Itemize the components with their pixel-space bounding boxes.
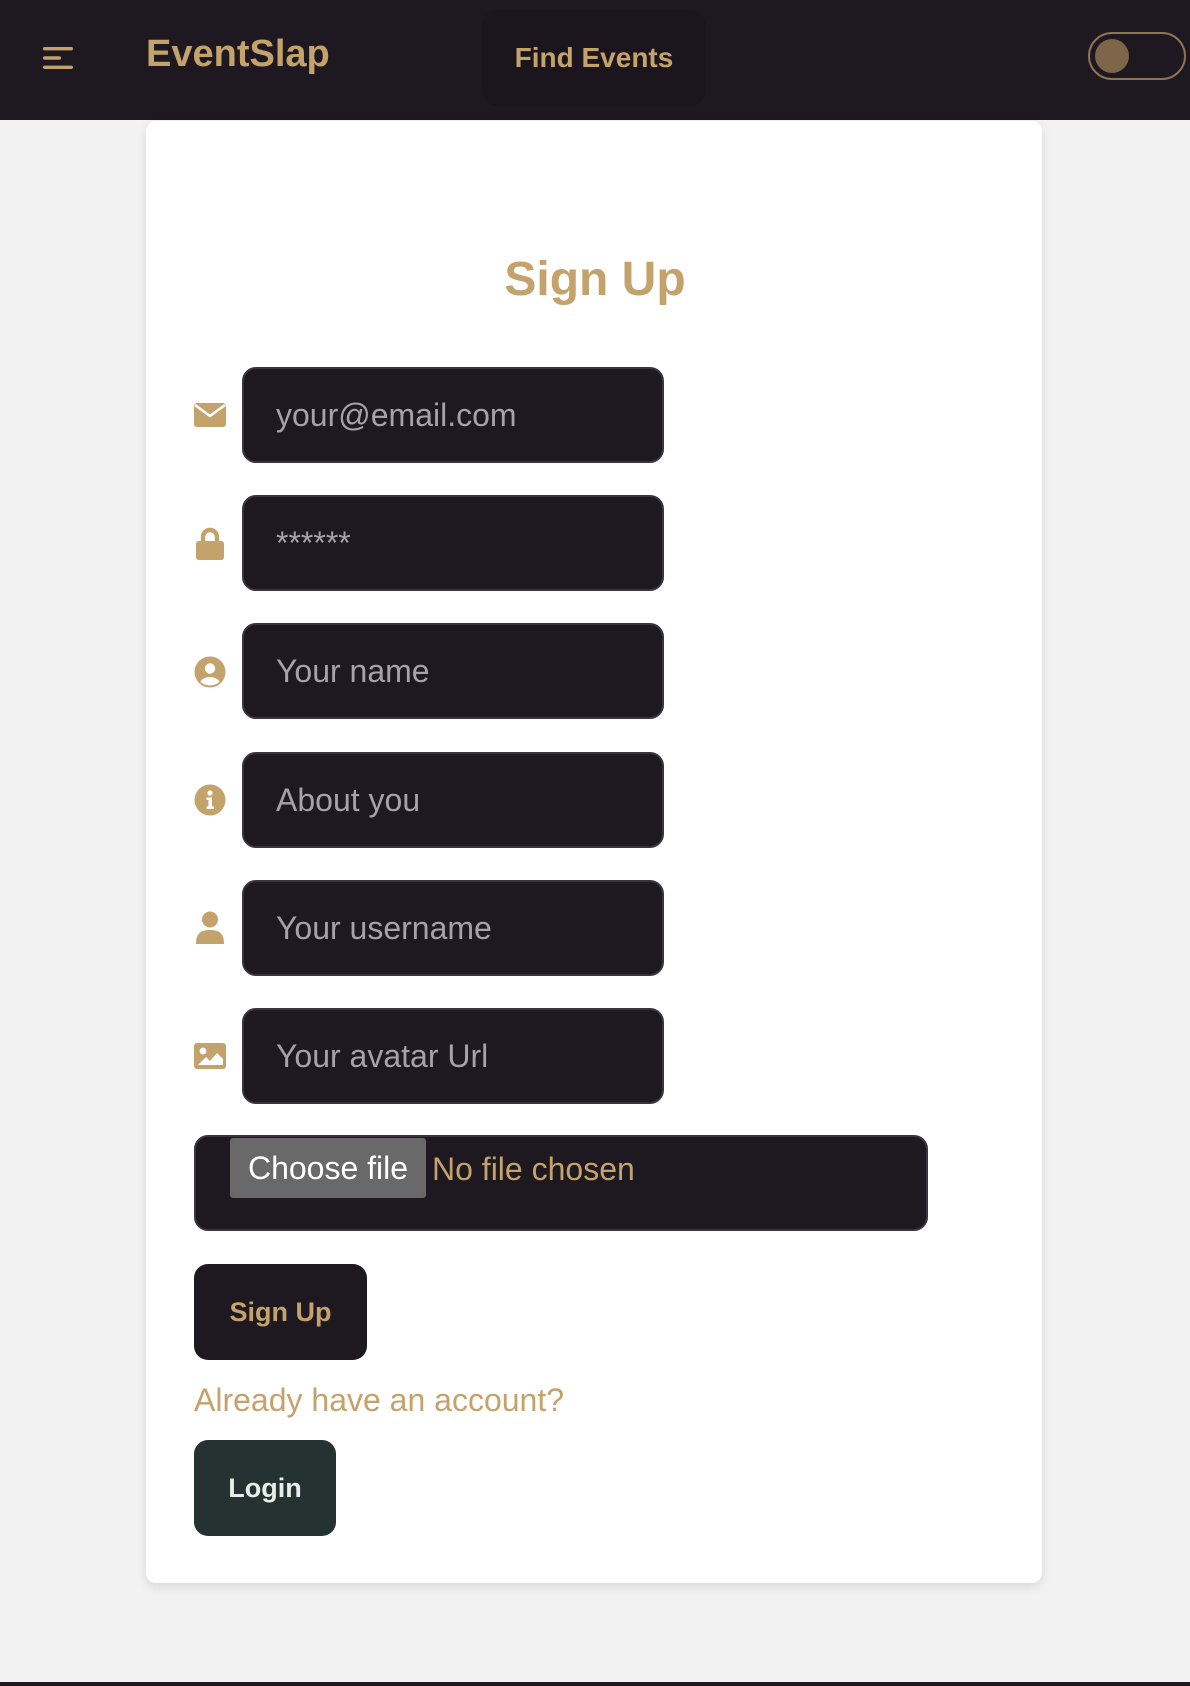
toggle-knob: [1095, 39, 1129, 73]
file-status-text: No file chosen: [432, 1151, 635, 1187]
user-circle-icon: [192, 654, 228, 690]
username-field[interactable]: [242, 880, 664, 976]
already-have-account-link[interactable]: Already have an account?: [194, 1382, 564, 1419]
image-icon: [192, 1038, 228, 1074]
avatar-file-input[interactable]: Choose file No file chosen: [194, 1135, 928, 1231]
email-field[interactable]: [242, 367, 664, 463]
envelope-icon: [192, 397, 228, 433]
top-navbar: EventSlap Find Events: [0, 0, 1190, 120]
name-field[interactable]: [242, 623, 664, 719]
user-icon: [192, 910, 228, 946]
login-button[interactable]: Login: [194, 1440, 336, 1536]
choose-file-button[interactable]: Choose file: [230, 1138, 426, 1198]
hamburger-menu-icon[interactable]: [36, 36, 80, 80]
about-field[interactable]: [242, 752, 664, 848]
info-icon: [192, 782, 228, 818]
signup-card: [146, 121, 1042, 1583]
page-title: Sign Up: [504, 253, 686, 306]
password-field[interactable]: [242, 495, 664, 591]
find-events-link[interactable]: Find Events: [482, 10, 706, 106]
brand-logo[interactable]: EventSlap: [146, 33, 330, 76]
bottom-edge: [0, 1682, 1190, 1686]
avatar-url-field[interactable]: [242, 1008, 664, 1104]
lock-icon: [192, 526, 228, 562]
theme-toggle[interactable]: [1088, 32, 1186, 80]
sign-up-button[interactable]: Sign Up: [194, 1264, 367, 1360]
